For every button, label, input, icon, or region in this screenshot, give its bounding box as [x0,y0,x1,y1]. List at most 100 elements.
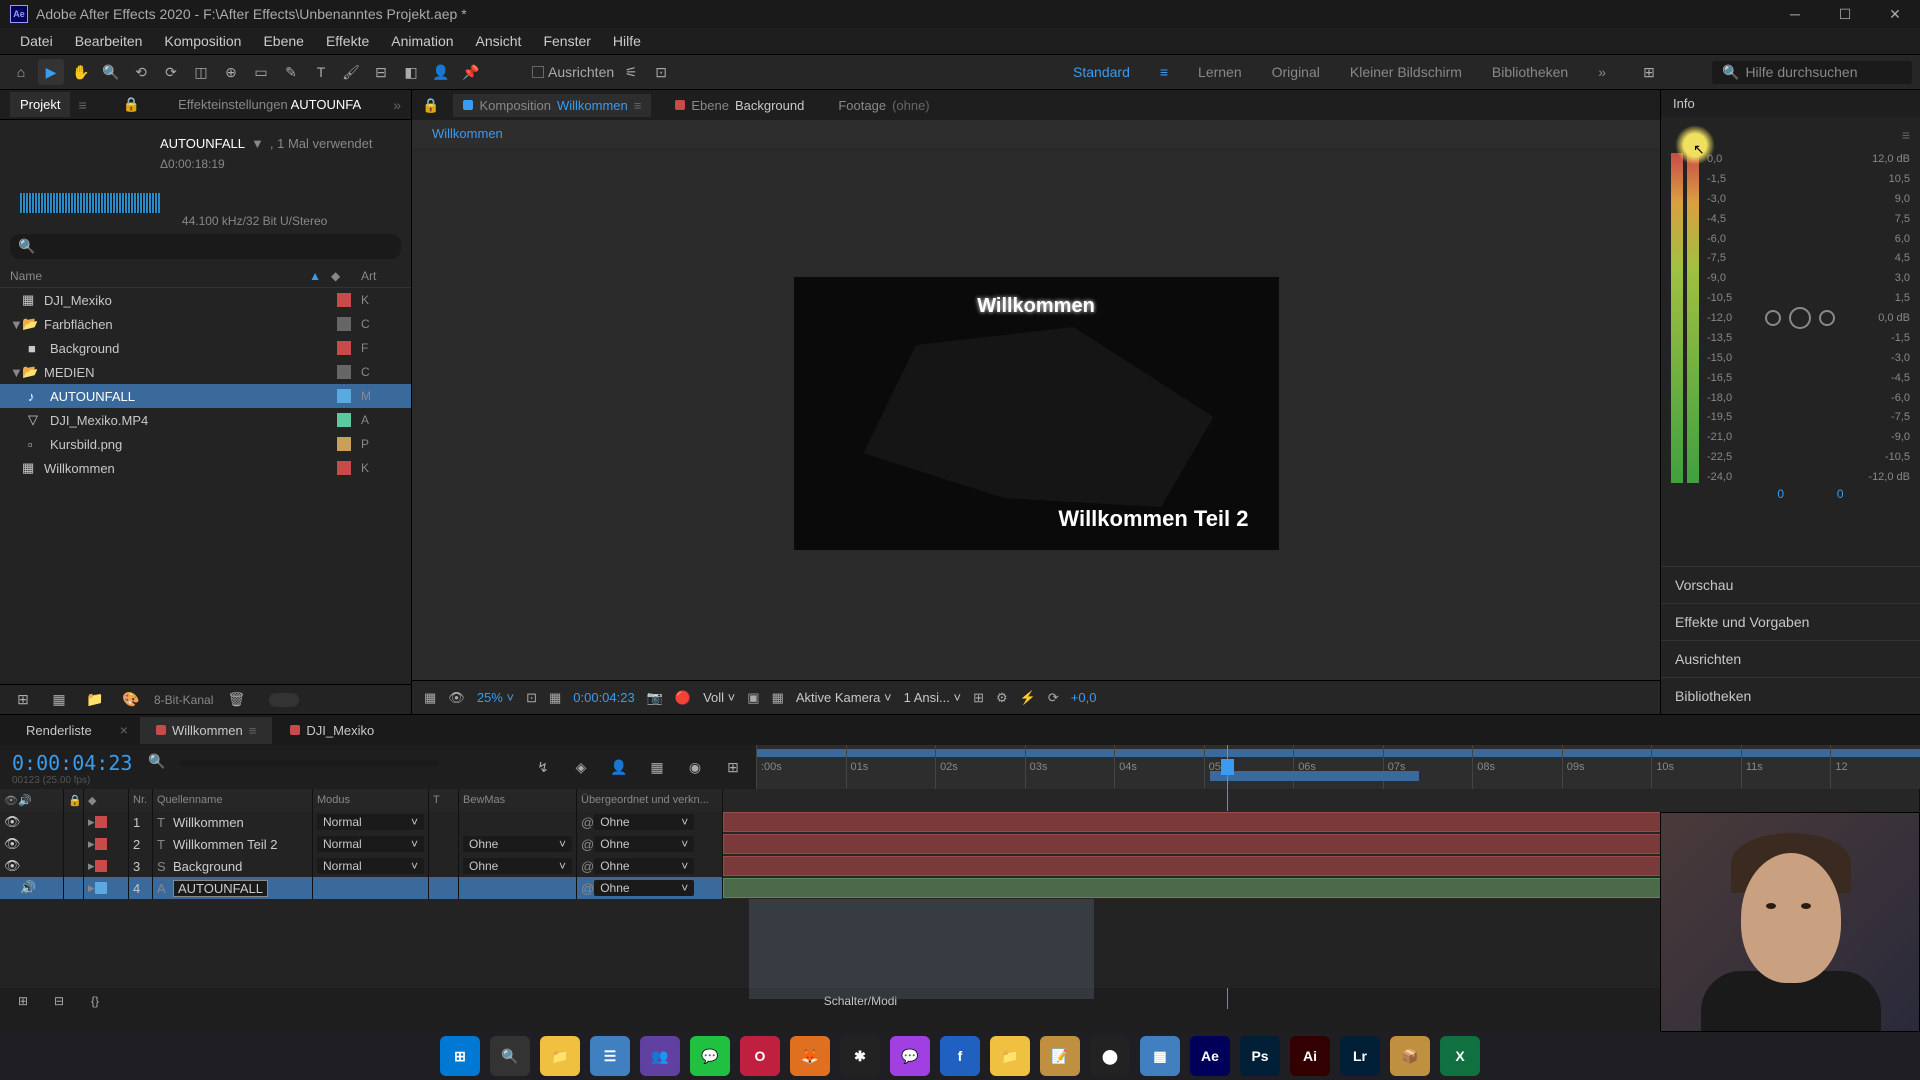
text-tool[interactable]: T [308,59,334,85]
taskbar-notes[interactable]: 📝 [1040,1036,1080,1076]
project-item-medien[interactable]: ▼📂MEDIENC [0,360,411,384]
shy-icon[interactable]: 👤 [606,754,632,780]
current-timecode[interactable]: 0:00:04:23 [12,751,128,775]
close-button[interactable]: ✕ [1880,4,1910,24]
audio-level-left[interactable]: 0 [1777,487,1784,501]
shape-tool[interactable]: ▭ [248,59,274,85]
taskbar-teams[interactable]: 👥 [640,1036,680,1076]
bpc-toggle[interactable]: 8-Bit-Kanal [154,693,213,707]
menu-datei[interactable]: Datei [10,29,63,53]
workspace-kleiner[interactable]: Kleiner Bildschirm [1350,64,1462,80]
vorschau-section[interactable]: Vorschau [1661,566,1920,603]
taskbar-figure[interactable]: ✱ [840,1036,880,1076]
taskbar-folder[interactable]: 📦 [1390,1036,1430,1076]
fast-preview-icon[interactable]: ⚡ [1020,690,1036,706]
grid-icon[interactable]: ▦ [549,690,561,706]
menu-ansicht[interactable]: Ansicht [466,29,532,53]
brush-tool[interactable]: 🖌 [338,59,364,85]
mask-icon[interactable]: 👁 [448,690,465,706]
taskbar-tasks[interactable]: ☰ [590,1036,630,1076]
column-name[interactable]: Name [10,269,309,283]
project-item-dji-mexiko[interactable]: ▦DJI_MexikoK [0,288,411,312]
pickwhip-icon[interactable]: @ [581,815,594,830]
eye-icon[interactable]: 👁 [4,814,21,830]
column-modus[interactable]: Modus [313,789,429,811]
res-icon[interactable]: ⊡ [526,690,537,706]
rotate-tool[interactable]: ⟳ [158,59,184,85]
comp-mini-icon[interactable]: ↯ [530,754,556,780]
alpha-icon[interactable]: ▦ [424,690,436,706]
new-comp-icon[interactable]: ▦ [46,687,72,713]
interpret-icon[interactable]: ⊞ [10,687,36,713]
taskbar-xl[interactable]: X [1440,1036,1480,1076]
menu-fenster[interactable]: Fenster [533,29,600,53]
orbit-tool[interactable]: ⟲ [128,59,154,85]
timeline-icon[interactable]: ⟳ [1048,690,1059,706]
channel-icon[interactable]: 🔴 [675,690,691,706]
mode-dropdown[interactable]: Normal ˅ [317,814,424,830]
taskbar-ae[interactable]: Ae [1190,1036,1230,1076]
roto-tool[interactable]: 👤 [428,59,454,85]
motion-blur-icon[interactable]: ◉ [682,754,708,780]
audio-knob-left[interactable] [1765,310,1781,326]
comp-breadcrumb[interactable]: Willkommen [412,120,1660,147]
taskbar-win[interactable]: ⊞ [440,1036,480,1076]
eye-icon[interactable]: 👁 [4,858,21,874]
bounds-tool[interactable]: ⊡ [648,59,674,85]
timeline-layer-background[interactable]: 👁▸3S BackgroundNormal ˅Ohne ˅@ Ohne ˅ [0,855,1920,877]
hand-tool[interactable]: ✋ [68,59,94,85]
taskbar-lr[interactable]: Lr [1340,1036,1380,1076]
taskbar-opera[interactable]: O [740,1036,780,1076]
panel-expand-icon[interactable]: » [393,97,401,113]
time-ruler[interactable]: :00s01s02s03s04s05s06s07s08s09s10s11s12 [756,745,1920,789]
frame-blend-icon[interactable]: ▦ [644,754,670,780]
maximize-button[interactable]: ☐ [1830,4,1860,24]
mode-dropdown[interactable]: Normal ˅ [317,836,424,852]
toggle-parent-icon[interactable]: {} [82,988,108,1014]
timeline-layer-autounfall[interactable]: 🔊▸4A AUTOUNFALL@ Ohne ˅ [0,877,1920,899]
composition-canvas[interactable]: Willkommen Willkommen Teil 2 [412,147,1660,680]
column-color[interactable]: ◆ [331,269,361,283]
audio-level-right[interactable]: 0 [1837,487,1844,501]
ausrichten-section[interactable]: Ausrichten [1661,640,1920,677]
menu-ebene[interactable]: Ebene [253,29,313,53]
column-nr[interactable]: Nr. [129,789,153,811]
project-item-farbfl-chen[interactable]: ▼📂FarbflächenC [0,312,411,336]
workspace-more[interactable]: » [1598,64,1606,80]
exposure-value[interactable]: +0,0 [1071,690,1097,705]
menu-hilfe[interactable]: Hilfe [603,29,651,53]
taskbar-chat[interactable]: 💬 [890,1036,930,1076]
workspace-bibliotheken[interactable]: Bibliotheken [1492,64,1568,80]
snap-tool[interactable]: ⚟ [618,59,644,85]
selection-tool[interactable]: ▶ [38,59,64,85]
align-checkbox[interactable]: Ausrichten [532,64,614,80]
resolution-dropdown[interactable]: Voll ˅ [703,690,735,705]
comp-tab-background[interactable]: Ebene Background [665,94,814,117]
menu-effekte[interactable]: Effekte [316,29,379,53]
timeline-layer-willkommen-teil-2[interactable]: 👁▸2T Willkommen Teil 2Normal ˅Ohne ˅@ Oh… [0,833,1920,855]
mode-dropdown[interactable]: Normal ˅ [317,858,424,874]
column-type[interactable]: Art [361,269,401,283]
anchor-tool[interactable]: ⊕ [218,59,244,85]
preview-timecode[interactable]: 0:00:04:23 [573,690,634,705]
bibliotheken-section[interactable]: Bibliotheken [1661,677,1920,714]
project-item-willkommen[interactable]: ▦WillkommenK [0,456,411,480]
tl-tab-willkommen[interactable]: Willkommen ≡ [140,717,272,744]
column-t[interactable]: T [429,789,459,811]
parent-dropdown[interactable]: Ohne ˅ [594,814,694,830]
menu-animation[interactable]: Animation [381,29,463,53]
taskbar-explorer[interactable]: 📁 [540,1036,580,1076]
audio-knob-center[interactable] [1789,307,1811,329]
parent-dropdown[interactable]: Ohne ˅ [594,836,694,852]
region-icon[interactable]: ▣ [747,690,759,706]
timeline-layer-willkommen[interactable]: 👁▸1T WillkommenNormal ˅@ Ohne ˅ [0,811,1920,833]
lock-icon[interactable]: 🔒 [123,96,140,113]
tl-tab-renderliste[interactable]: Renderliste [10,717,108,744]
menu-komposition[interactable]: Komposition [154,29,251,53]
toggle-modes-icon[interactable]: ⊟ [46,988,72,1014]
eraser-tool[interactable]: ◧ [398,59,424,85]
timeline-search[interactable] [179,760,439,766]
workspace-original[interactable]: Original [1272,64,1320,80]
new-folder-icon[interactable]: 📁 [82,687,108,713]
project-item-autounfall[interactable]: ♪AUTOUNFALLM [0,384,411,408]
